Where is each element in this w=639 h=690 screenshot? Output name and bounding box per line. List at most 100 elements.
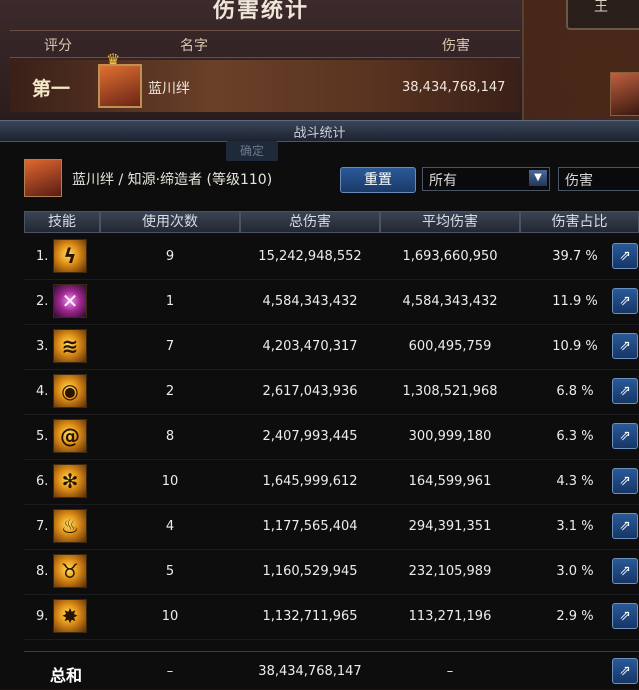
chevron-down-icon[interactable]: ▼	[529, 170, 547, 186]
player-damage: 38,434,768,147	[402, 80, 506, 95]
side-tab[interactable]: 王	[566, 0, 639, 30]
gear-burst-icon: ✻	[53, 464, 87, 498]
table-row[interactable]: 9. ✸ 10 1,132,711,965 113,271,196 2.9 % …	[24, 595, 639, 640]
column-header-total[interactable]: 总伤害	[240, 211, 380, 233]
row-index: 9.	[36, 609, 49, 624]
header-damage: 伤害	[442, 38, 470, 54]
confirm-button: 确定	[226, 141, 278, 161]
total-cell: 2,617,043,936	[262, 384, 358, 399]
avg-cell: 294,391,351	[408, 519, 492, 534]
wave-slash-icon: ≋	[53, 329, 87, 363]
summary-avg: –	[446, 664, 454, 679]
player-name: 蓝川绊	[148, 81, 190, 97]
flame-hand-icon: ♨	[53, 509, 87, 543]
spark-burst-icon: ✸	[53, 599, 87, 633]
avg-cell: 1,308,521,968	[402, 384, 498, 399]
eye-seal-icon: ◉	[53, 374, 87, 408]
column-header-share[interactable]: 伤害占比	[520, 211, 639, 233]
table-header: 技能 使用次数 总伤害 平均伤害 伤害占比	[24, 211, 639, 233]
panel-title: 伤害统计	[212, 0, 309, 23]
avatar	[98, 64, 142, 108]
summary-label: 总和	[50, 666, 83, 685]
uses-cell: 2	[165, 384, 175, 399]
window-title: 战斗统计	[293, 126, 346, 141]
uses-cell: 7	[165, 339, 175, 354]
uses-cell: 10	[161, 474, 179, 489]
row-index: 6.	[36, 474, 49, 489]
horned-beast-icon: ♉	[53, 554, 87, 588]
column-header-uses[interactable]: 使用次数	[100, 211, 240, 233]
uses-cell: 10	[161, 609, 179, 624]
summary-total: 38,434,768,147	[258, 664, 362, 679]
total-cell: 2,407,993,445	[262, 429, 358, 444]
share-icon[interactable]: ⇗	[612, 378, 638, 404]
header-name: 名字	[180, 38, 208, 54]
row-index: 7.	[36, 519, 49, 534]
header-score: 评分	[44, 38, 72, 54]
row-index: 8.	[36, 564, 49, 579]
total-cell: 1,645,999,612	[262, 474, 358, 489]
avatar	[24, 159, 62, 197]
total-cell: 15,242,948,552	[258, 249, 362, 264]
character-label: 蓝川绊 / 知源·缔造者 (等级110)	[72, 172, 273, 188]
row-index: 3.	[36, 339, 49, 354]
ranking-header: 评分 名字 伤害	[10, 30, 520, 58]
total-cell: 4,203,470,317	[262, 339, 358, 354]
table-row[interactable]: 7. ♨ 4 1,177,565,404 294,391,351 3.1 % ⇗	[24, 505, 639, 550]
filter-value: 所有	[429, 173, 457, 189]
row-index: 1.	[36, 249, 49, 264]
share-icon[interactable]: ⇗	[612, 658, 638, 684]
rank-label: 第一	[32, 78, 71, 100]
total-cell: 1,160,529,945	[262, 564, 358, 579]
crossed-swords-icon: ✕	[53, 284, 87, 318]
avg-cell: 164,599,961	[408, 474, 492, 489]
summary-row: 总和 – 38,434,768,147 – ⇗	[24, 651, 639, 690]
uses-cell: 8	[165, 429, 175, 444]
share-icon[interactable]: ⇗	[612, 468, 638, 494]
side-avatar	[610, 72, 639, 116]
column-header-average[interactable]: 平均伤害	[380, 211, 520, 233]
share-icon[interactable]: ⇗	[612, 513, 638, 539]
lightning-strike-icon: ϟ	[53, 239, 87, 273]
total-cell: 1,177,565,404	[262, 519, 358, 534]
avg-cell: 600,495,759	[408, 339, 492, 354]
table-row[interactable]: 2. ✕ 1 4,584,343,432 4,584,343,432 11.9 …	[24, 280, 639, 325]
table-row[interactable]: 5. @ 8 2,407,993,445 300,999,180 6.3 % ⇗	[24, 415, 639, 460]
row-index: 5.	[36, 429, 49, 444]
reset-button[interactable]: 重置	[340, 167, 416, 193]
uses-cell: 5	[165, 564, 175, 579]
table-row[interactable]: 8. ♉ 5 1,160,529,945 232,105,989 3.0 % ⇗	[24, 550, 639, 595]
metric-value: 伤害	[565, 173, 593, 189]
damage-ranking-panel: 伤害统计 评分 名字 伤害 第一 ♛ 蓝川绊 38,434,768,147	[0, 0, 524, 122]
total-cell: 4,584,343,432	[262, 294, 358, 309]
summary-uses: –	[166, 664, 174, 679]
metric-dropdown[interactable]: 伤害	[558, 167, 639, 191]
combat-stats-window: 战斗统计 确定 蓝川绊 / 知源·缔造者 (等级110) 重置 所有 ▼ 伤害 …	[0, 120, 639, 689]
share-icon[interactable]: ⇗	[612, 603, 638, 629]
ranking-row[interactable]: 第一 ♛ 蓝川绊 38,434,768,147	[10, 50, 520, 112]
whirlwind-icon: @	[53, 419, 87, 453]
uses-cell: 1	[165, 294, 175, 309]
avg-cell: 113,271,196	[408, 609, 492, 624]
table-row[interactable]: 6. ✻ 10 1,645,999,612 164,599,961 4.3 % …	[24, 460, 639, 505]
share-icon[interactable]: ⇗	[612, 333, 638, 359]
filter-dropdown[interactable]: 所有 ▼	[422, 167, 550, 191]
avg-cell: 4,584,343,432	[402, 294, 498, 309]
table-row[interactable]: 4. ◉ 2 2,617,043,936 1,308,521,968 6.8 %…	[24, 370, 639, 415]
share-icon[interactable]: ⇗	[612, 243, 638, 269]
share-icon[interactable]: ⇗	[612, 558, 638, 584]
row-index: 4.	[36, 384, 49, 399]
avg-cell: 232,105,989	[408, 564, 492, 579]
avg-cell: 300,999,180	[408, 429, 492, 444]
share-icon[interactable]: ⇗	[612, 423, 638, 449]
table-row[interactable]: 1. ϟ 9 15,242,948,552 1,693,660,950 39.7…	[24, 235, 639, 280]
side-tab-label: 王	[594, 0, 608, 15]
uses-cell: 9	[165, 249, 175, 264]
total-cell: 1,132,711,965	[262, 609, 358, 624]
column-header-skill[interactable]: 技能	[24, 211, 100, 233]
window-title-bar[interactable]: 战斗统计	[0, 121, 639, 142]
avg-cell: 1,693,660,950	[402, 249, 498, 264]
table-row[interactable]: 3. ≋ 7 4,203,470,317 600,495,759 10.9 % …	[24, 325, 639, 370]
share-icon[interactable]: ⇗	[612, 288, 638, 314]
row-index: 2.	[36, 294, 49, 309]
